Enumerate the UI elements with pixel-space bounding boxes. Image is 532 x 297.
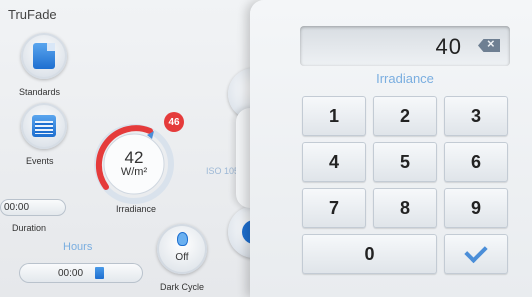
duration-field[interactable]: 00:00 xyxy=(0,199,66,216)
backspace-icon[interactable] xyxy=(478,39,500,52)
hours-field[interactable]: 00:00 xyxy=(19,263,143,283)
dial-unit: W/m² xyxy=(120,166,148,178)
dark-cycle-toggle[interactable]: Off xyxy=(157,224,207,274)
key-7[interactable]: 7 xyxy=(302,188,366,228)
hours-value: 00:00 xyxy=(57,267,84,279)
events-button[interactable] xyxy=(21,103,67,149)
keypad-display-value: 40 xyxy=(435,34,462,59)
dark-cycle-state: Off xyxy=(175,252,189,263)
standards-button[interactable] xyxy=(21,33,67,79)
check-icon xyxy=(464,239,488,263)
bulb-icon xyxy=(177,232,188,246)
dial-value: 42 xyxy=(124,148,144,167)
hours-label: Hours xyxy=(63,241,93,253)
key-9[interactable]: 9 xyxy=(444,188,508,228)
irradiance-dial[interactable]: 42 W/m² xyxy=(92,122,176,206)
keypad-field-label: Irradiance xyxy=(376,71,434,86)
app-title: TruFade xyxy=(8,7,57,22)
standards-label: Standards xyxy=(19,87,61,97)
iso-standard-label: ISO 105 xyxy=(206,166,240,176)
duration-label: Duration xyxy=(12,223,47,233)
key-3[interactable]: 3 xyxy=(444,96,508,136)
calendar-icon xyxy=(32,115,56,137)
duration-value: 00:00 xyxy=(4,202,30,213)
confirm-button[interactable] xyxy=(444,234,508,274)
document-icon xyxy=(33,43,55,69)
key-5[interactable]: 5 xyxy=(373,142,437,182)
key-1[interactable]: 1 xyxy=(302,96,366,136)
key-2[interactable]: 2 xyxy=(373,96,437,136)
key-4[interactable]: 4 xyxy=(302,142,366,182)
events-label: Events xyxy=(26,156,54,166)
keypad-display: 40 xyxy=(300,26,510,66)
dark-cycle-label: Dark Cycle xyxy=(160,282,205,292)
key-0[interactable]: 0 xyxy=(302,234,437,274)
irradiance-label: Irradiance xyxy=(116,204,157,214)
key-8[interactable]: 8 xyxy=(373,188,437,228)
calculator-icon[interactable] xyxy=(95,267,105,279)
target-badge: 46 xyxy=(164,112,184,132)
key-6[interactable]: 6 xyxy=(444,142,508,182)
